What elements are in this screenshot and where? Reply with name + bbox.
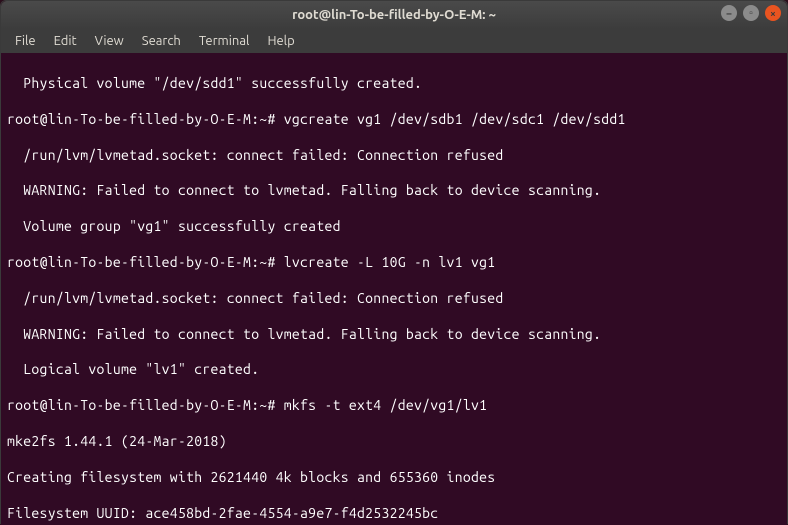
menu-view[interactable]: View <box>87 32 132 50</box>
maximize-button[interactable]: ▫ <box>743 5 759 21</box>
terminal-line: Creating filesystem with 2621440 4k bloc… <box>7 469 781 487</box>
terminal-line: Volume group "vg1" successfully created <box>7 218 781 236</box>
terminal-line: mke2fs 1.44.1 (24-Mar-2018) <box>7 433 781 451</box>
terminal-line: root@lin-To-be-filled-by-O-E-M:~# lvcrea… <box>7 254 781 272</box>
window-title: root@lin-To-be-filled-by-O-E-M: ~ <box>292 8 496 22</box>
terminal-line: Logical volume "lv1" created. <box>7 361 781 379</box>
terminal-line: Physical volume "/dev/sdd1" successfully… <box>7 75 781 93</box>
terminal-line: root@lin-To-be-filled-by-O-E-M:~# vgcrea… <box>7 111 781 129</box>
terminal-line: WARNING: Failed to connect to lvmetad. F… <box>7 326 781 344</box>
menu-file[interactable]: File <box>7 32 44 50</box>
terminal-line: /run/lvm/lvmetad.socket: connect failed:… <box>7 147 781 165</box>
terminal-output[interactable]: Physical volume "/dev/sdd1" successfully… <box>1 53 787 525</box>
menu-search[interactable]: Search <box>134 32 189 50</box>
menu-terminal[interactable]: Terminal <box>191 32 258 50</box>
terminal-line: /run/lvm/lvmetad.socket: connect failed:… <box>7 290 781 308</box>
terminal-line: Filesystem UUID: ace458bd-2fae-4554-a9e7… <box>7 505 781 523</box>
terminal-line: root@lin-To-be-filled-by-O-E-M:~# mkfs -… <box>7 397 781 415</box>
menu-edit[interactable]: Edit <box>46 32 85 50</box>
menu-help[interactable]: Help <box>259 32 302 50</box>
minimize-button[interactable]: – <box>721 5 737 21</box>
window-controls: – ▫ × <box>721 5 781 21</box>
menu-bar: File Edit View Search Terminal Help <box>1 29 787 53</box>
terminal-line: WARNING: Failed to connect to lvmetad. F… <box>7 182 781 200</box>
title-bar: root@lin-To-be-filled-by-O-E-M: ~ – ▫ × <box>1 1 787 29</box>
close-button[interactable]: × <box>765 5 781 21</box>
